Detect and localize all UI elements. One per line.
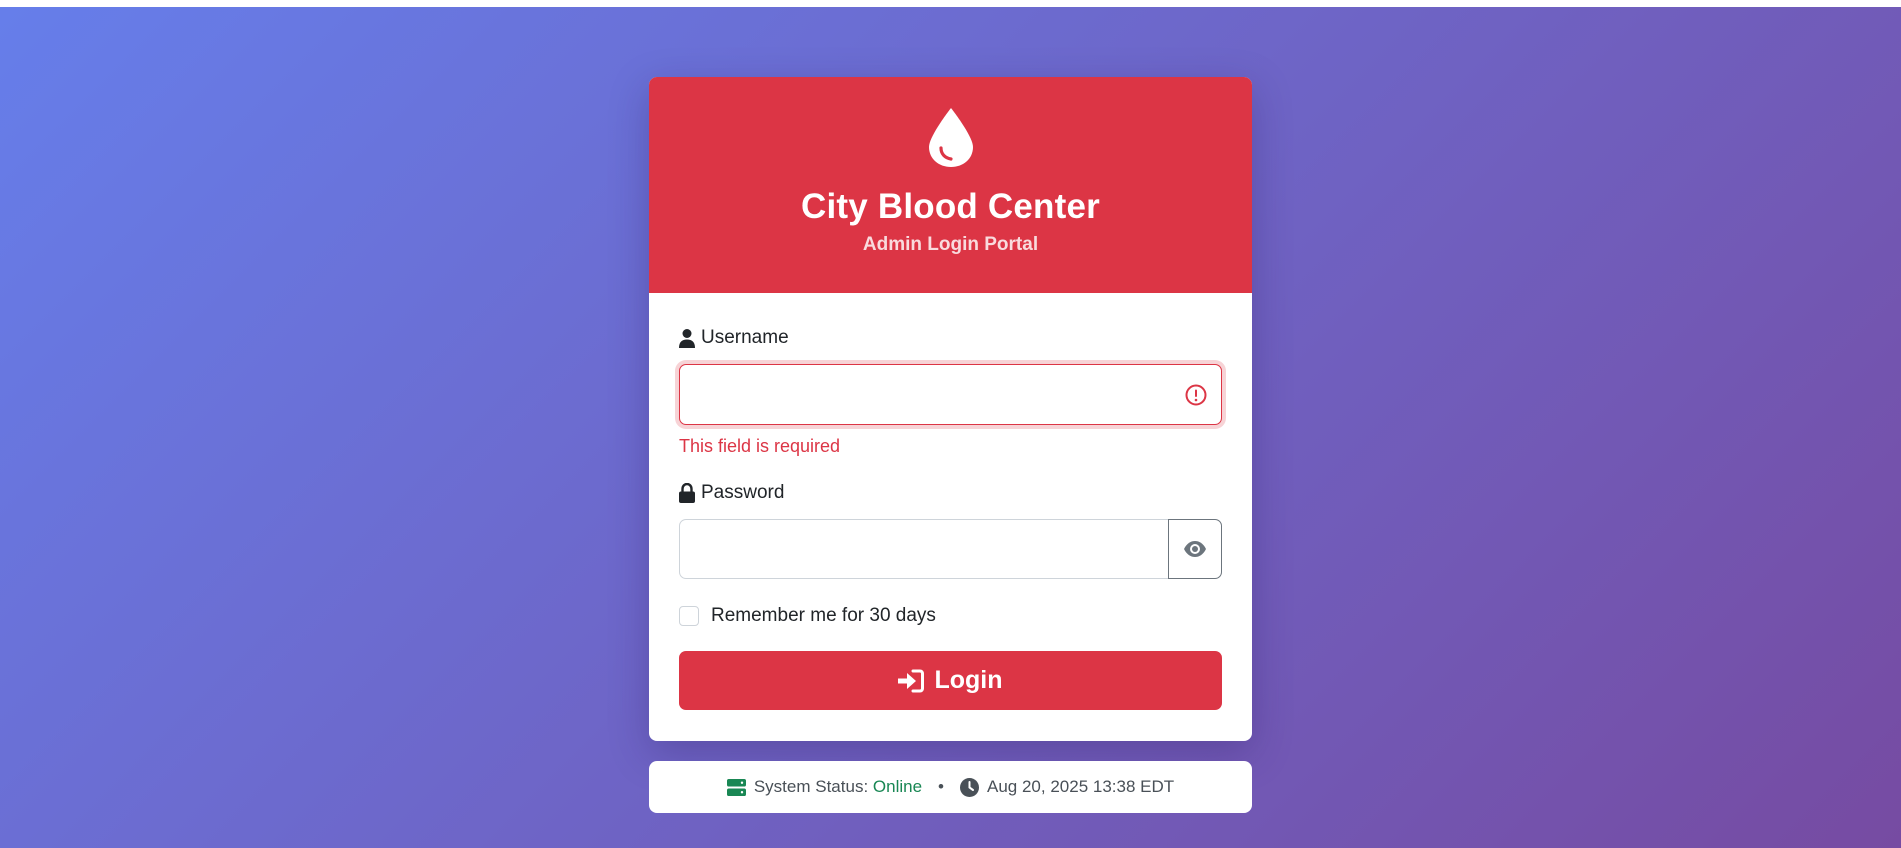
toggle-password-button[interactable]: [1168, 519, 1222, 579]
user-icon: [679, 329, 695, 348]
password-label: Password: [679, 482, 784, 504]
page-title: City Blood Center: [801, 187, 1100, 226]
login-button-label: Login: [934, 666, 1003, 694]
clock-icon: [960, 777, 979, 797]
username-label: Username: [679, 327, 789, 349]
login-card: City Blood Center Admin Login Portal Use…: [649, 77, 1252, 741]
password-field-wrapper: [679, 519, 1169, 579]
datetime: Aug 20, 2025 13:38 EDT: [960, 777, 1174, 797]
password-input[interactable]: [680, 520, 1168, 578]
username-field-wrapper: [679, 364, 1222, 425]
card-header: City Blood Center Admin Login Portal: [649, 77, 1252, 293]
remember-label: Remember me for 30 days: [711, 605, 936, 626]
server-icon: [726, 778, 746, 796]
status-bar: System Status: Online • Aug 20, 2025 13:…: [649, 761, 1252, 813]
droplet-icon: [928, 108, 973, 167]
system-status: System Status: Online: [726, 777, 923, 797]
username-input[interactable]: [680, 365, 1221, 424]
datetime-text: Aug 20, 2025 13:38 EDT: [987, 777, 1175, 796]
page-subtitle: Admin Login Portal: [862, 234, 1039, 255]
remember-checkbox[interactable]: [679, 606, 699, 626]
username-error: This field is required: [679, 436, 841, 456]
status-separator: •: [938, 777, 944, 796]
system-status-label: System Status:: [753, 777, 869, 796]
lock-icon: [679, 483, 695, 503]
sign-in-icon: [898, 669, 925, 692]
eye-icon: [1184, 541, 1206, 557]
remember-me[interactable]: Remember me for 30 days: [679, 605, 936, 627]
username-label-text: Username: [701, 327, 789, 348]
warning-icon: [1185, 384, 1207, 405]
login-button[interactable]: Login: [679, 651, 1222, 710]
login-form: Username This field is required Password: [649, 293, 1252, 741]
system-status-value: Online: [872, 777, 923, 796]
password-label-text: Password: [701, 482, 785, 503]
